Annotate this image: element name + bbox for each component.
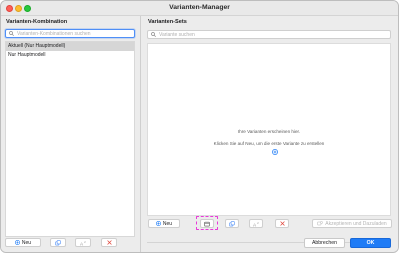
right-new-button[interactable]: Neu [148,219,180,228]
window-title: Varianten-Manager [169,4,230,11]
variant-combination-search-input[interactable]: Varianten-Kombinationen suchen [5,29,135,38]
right-rename-button[interactable]: A 2 [249,219,263,228]
highlight-box [196,216,218,230]
list-item-current[interactable]: Aktuell (Nur Hauptmodell) [6,42,134,51]
svg-text:A: A [253,222,257,227]
cancel-button[interactable]: Abbrechen [304,238,345,248]
empty-state-hint: Klicken Sie auf Neu, um die erste Varian… [213,141,325,146]
left-toolbar: Neu A 2 [5,238,135,247]
svg-text:2: 2 [257,221,259,225]
accept-and-load-button[interactable]: Akzeptieren und Dazuladen [312,219,392,228]
ok-button[interactable]: OK [350,238,391,248]
add-icon [155,221,161,226]
empty-state-heading: Ihre Varianten erscheinen hier. [237,129,301,134]
search-placeholder: Variante suchen [159,31,195,38]
left-new-button[interactable]: Neu [5,238,41,247]
rename-icon: A 2 [80,240,86,246]
duplicate-icon [229,220,235,226]
right-delete-button[interactable] [275,219,289,228]
left-delete-button[interactable] [101,238,117,247]
variant-sets-pane: Varianten-Sets Variante suchen Ihre Vari… [142,16,398,252]
variant-sets-list: Ihre Varianten erscheinen hier. Klicken … [147,43,391,216]
left-new-label: Neu [21,239,32,246]
svg-text:2: 2 [84,240,86,244]
rename-icon: A 2 [253,221,259,227]
variant-sets-title: Varianten-Sets [148,19,187,25]
search-placeholder: Varianten-Kombinationen suchen [17,30,91,37]
add-variant-icon[interactable] [272,149,278,155]
delete-icon [106,240,112,245]
accept-and-load-label: Akzeptieren und Dazuladen [325,220,387,227]
add-icon [14,240,20,245]
left-duplicate-button[interactable] [50,238,66,247]
title-bar: Varianten-Manager [1,1,398,16]
search-icon [151,32,156,37]
delete-icon [279,221,285,226]
svg-text:A: A [80,241,84,246]
left-rename-button[interactable]: A 2 [75,238,91,247]
list-item-main-model[interactable]: Nur Hauptmodell [6,51,134,60]
variant-manager-window: Varianten-Manager Varianten-Kombination … [0,0,399,253]
right-duplicate-button[interactable] [225,219,239,228]
right-toolbar: Neu A 2 Akzeptieren und Dazuladen [148,216,392,230]
search-icon [9,31,14,36]
apply-icon [317,221,324,226]
right-new-label: Neu [162,220,173,227]
variant-combination-title: Varianten-Kombination [6,19,68,25]
duplicate-icon [55,239,61,245]
variant-search-input[interactable]: Variante suchen [147,30,391,39]
variant-combination-list: Aktuell (Nur Hauptmodell) Nur Hauptmodel… [5,41,135,237]
variant-combination-pane: Varianten-Kombination Varianten-Kombinat… [1,16,141,252]
